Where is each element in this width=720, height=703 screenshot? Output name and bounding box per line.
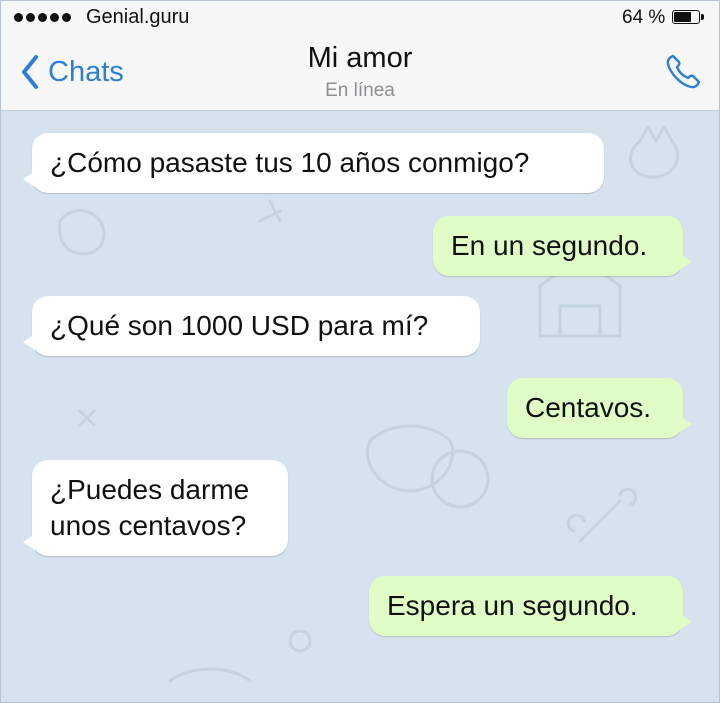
message-bubble-incoming[interactable]: ¿Cómo pasaste tus 10 años conmigo? <box>23 133 604 193</box>
battery-percentage: 64 % <box>622 7 666 28</box>
status-bar: Genial.guru 64 % <box>0 0 720 36</box>
contact-name: Mi amor <box>307 42 413 74</box>
message-bubble-outgoing[interactable]: Centavos. <box>507 378 692 438</box>
battery-icon <box>672 10 704 24</box>
message-bubble-incoming[interactable]: ¿Puedes darme unos centavos? <box>23 460 288 556</box>
message-bubble-outgoing[interactable]: En un segundo. <box>433 216 692 276</box>
navigation-bar: Chats Mi amor En línea <box>0 36 720 111</box>
message-bubble-incoming[interactable]: ¿Qué son 1000 USD para mí? <box>23 296 480 356</box>
message-list[interactable]: ¿Cómo pasaste tus 10 años conmigo? En un… <box>0 111 720 703</box>
chat-screen: Genial.guru 64 % Chats Mi amor En línea <box>0 0 720 703</box>
phone-icon <box>666 54 701 89</box>
message-bubble-outgoing[interactable]: Espera un segundo. <box>369 576 692 636</box>
carrier-name: Genial.guru <box>86 6 190 28</box>
contact-status: En línea <box>325 80 395 101</box>
signal-strength-icon <box>14 13 71 22</box>
call-button[interactable] <box>663 52 703 92</box>
